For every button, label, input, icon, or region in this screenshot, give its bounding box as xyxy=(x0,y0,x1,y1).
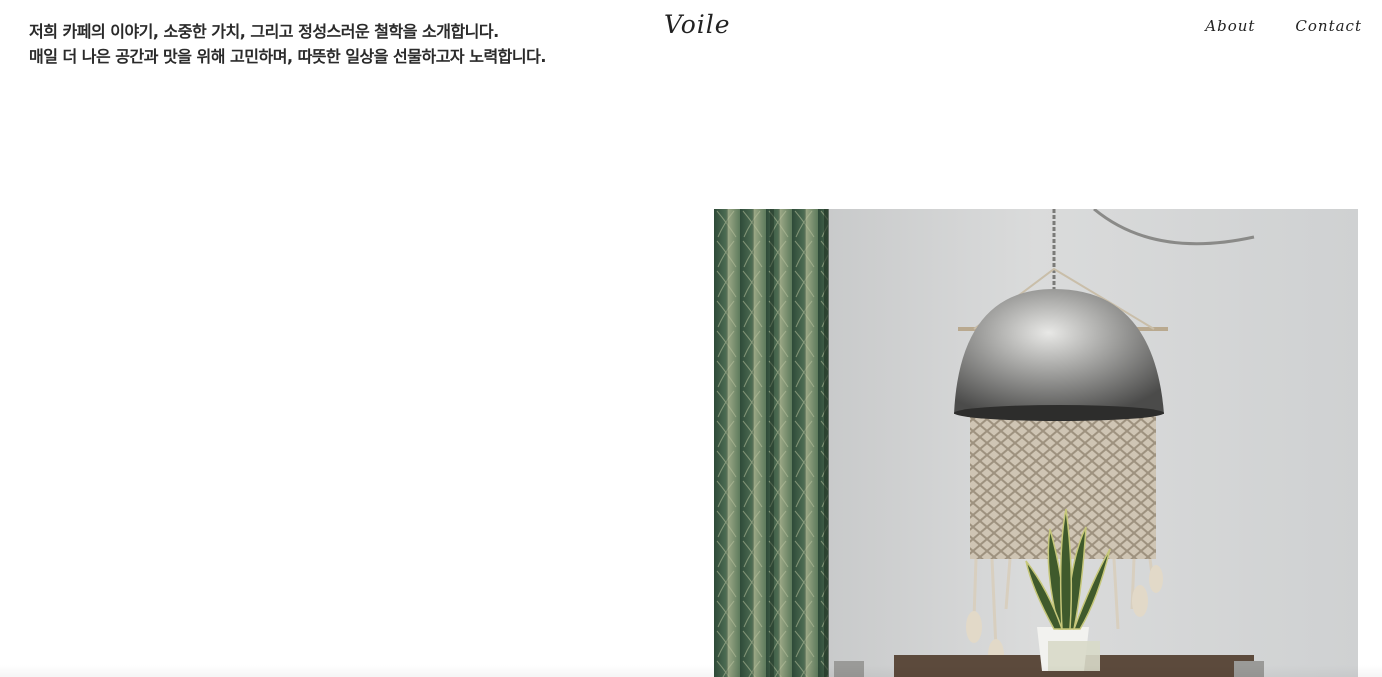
intro-line-1: 저희 카페의 이야기, 소중한 가치, 그리고 정성스러운 철학을 소개합니다. xyxy=(29,22,499,41)
main-nav: About Contact xyxy=(1205,17,1362,35)
intro-line-2: 매일 더 나은 공간과 맛을 위해 고민하며, 따뜻한 일상을 선물하고자 노력… xyxy=(29,47,546,66)
intro-text: 저희 카페의 이야기, 소중한 가치, 그리고 정성스러운 철학을 소개합니다.… xyxy=(29,19,546,69)
bottom-shade xyxy=(0,665,1382,677)
site-logo[interactable]: Voile xyxy=(664,10,731,39)
nav-about-link[interactable]: About xyxy=(1205,17,1255,35)
about-page: 저희 카페의 이야기, 소중한 가치, 그리고 정성스러운 철학을 소개합니다.… xyxy=(0,0,1382,677)
hero-photo xyxy=(714,209,1358,677)
nav-contact-link[interactable]: Contact xyxy=(1295,17,1362,35)
